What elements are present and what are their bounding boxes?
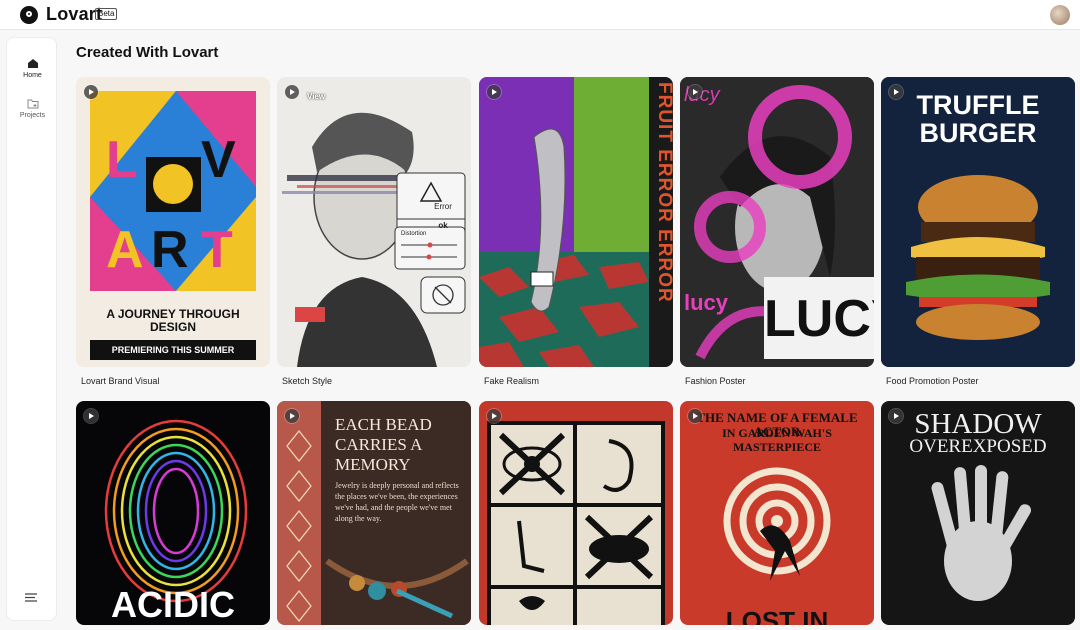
headline-2: BURGER xyxy=(919,118,1037,148)
svg-text:T: T xyxy=(201,221,233,279)
play-icon[interactable] xyxy=(84,85,98,99)
gallery-card-face-grid[interactable] xyxy=(479,401,673,625)
slider-label: Distortion xyxy=(401,231,427,237)
dialog-ok-button: ok xyxy=(438,221,448,230)
gallery-card-each-bead[interactable]: EACH BEAD CARRIES A MEMORY Jewelry is de… xyxy=(277,401,471,625)
pink-text: lucy xyxy=(684,290,729,315)
play-icon[interactable] xyxy=(487,409,501,423)
headline: ACIDIC xyxy=(111,584,235,625)
side-text: FRUIT ERROR ERROR xyxy=(654,82,673,303)
bottom-text: LOST IN xyxy=(725,606,829,625)
gallery-card-acidic[interactable]: ACIDIC xyxy=(76,401,270,625)
headline-1: SHADOW xyxy=(914,408,1042,440)
top-bar: Lovart Beta xyxy=(0,0,1080,30)
gallery-card-food-promotion-poster[interactable]: TRUFFLE BURGER xyxy=(881,77,1075,367)
body-text: Jewelry is deeply personal and reflects … xyxy=(335,481,459,523)
page-title: Created With Lovart xyxy=(76,44,219,61)
big-text: LUCY xyxy=(764,290,874,348)
headline-2: OVEREXPOSED xyxy=(909,436,1047,457)
avatar[interactable] xyxy=(1050,5,1070,25)
card-caption: Sketch Style xyxy=(282,376,333,386)
view-label[interactable]: View xyxy=(307,92,325,101)
play-icon[interactable] xyxy=(84,409,98,423)
gallery-card-fashion-poster[interactable]: lucy lucy LUCY xyxy=(680,77,874,367)
svg-text:R: R xyxy=(151,221,189,279)
headline-1: TRUFFLE xyxy=(916,90,1040,120)
gallery-card-sketch-style[interactable]: Error ok Distortion View xyxy=(277,77,471,367)
play-icon[interactable] xyxy=(889,85,903,99)
play-icon[interactable] xyxy=(487,85,501,99)
gallery-card-shadow-overexposed[interactable]: SHADOW OVEREXPOSED xyxy=(881,401,1075,625)
sidebar-item-label: Home xyxy=(23,72,42,79)
gallery-card-fake-realism[interactable]: FRUIT ERROR ERROR xyxy=(479,77,673,367)
headline-2: CARRIES A xyxy=(335,435,423,454)
play-icon[interactable] xyxy=(688,85,702,99)
sidebar-item-label: Projects xyxy=(19,112,46,119)
folder-icon xyxy=(27,99,38,109)
play-icon[interactable] xyxy=(285,409,299,423)
top-line-2: IN GARDEN WAH'S MASTERPIECE xyxy=(722,426,832,454)
card-caption: Fake Realism xyxy=(484,376,540,386)
headline-1: EACH BEAD xyxy=(335,415,432,434)
card-caption: Lovart Brand Visual xyxy=(81,376,160,386)
sidebar-item-projects[interactable]: Projects xyxy=(7,98,58,119)
play-icon[interactable] xyxy=(285,85,299,99)
svg-text:A: A xyxy=(106,221,144,279)
card-caption: Food Promotion Poster xyxy=(886,376,979,386)
headline-3: MEMORY xyxy=(335,455,411,474)
play-icon[interactable] xyxy=(889,409,903,423)
svg-text:L: L xyxy=(106,131,138,189)
sidebar-item-home[interactable]: Home xyxy=(7,58,58,79)
poster-line-1: A JOURNEY THROUGH xyxy=(106,307,240,321)
poster-line-2: DESIGN xyxy=(149,320,196,334)
poster-bar-text: PREMIERING THIS SUMMER xyxy=(111,345,235,355)
play-icon[interactable] xyxy=(688,409,702,423)
lovart-logo-icon[interactable] xyxy=(20,6,38,24)
brand-name[interactable]: Lovart xyxy=(46,4,102,25)
beta-badge: Beta xyxy=(95,8,118,20)
home-icon xyxy=(27,59,38,68)
gallery-card-lost-in[interactable]: THE NAME OF A FEMALE ACTOR IN GARDEN WAH… xyxy=(680,401,874,625)
menu-icon[interactable] xyxy=(25,593,37,602)
card-caption: Fashion Poster xyxy=(685,376,746,386)
dialog-title: Error xyxy=(434,202,452,211)
sidebar: Home Projects xyxy=(6,37,57,621)
poster-artwork xyxy=(487,421,665,625)
svg-text:V: V xyxy=(201,131,236,189)
poster-artwork xyxy=(479,77,673,367)
gallery-card-lovart-brand-visual[interactable]: L V A R T A JOURNEY THROUGH DESIGN PREMI… xyxy=(76,77,270,367)
